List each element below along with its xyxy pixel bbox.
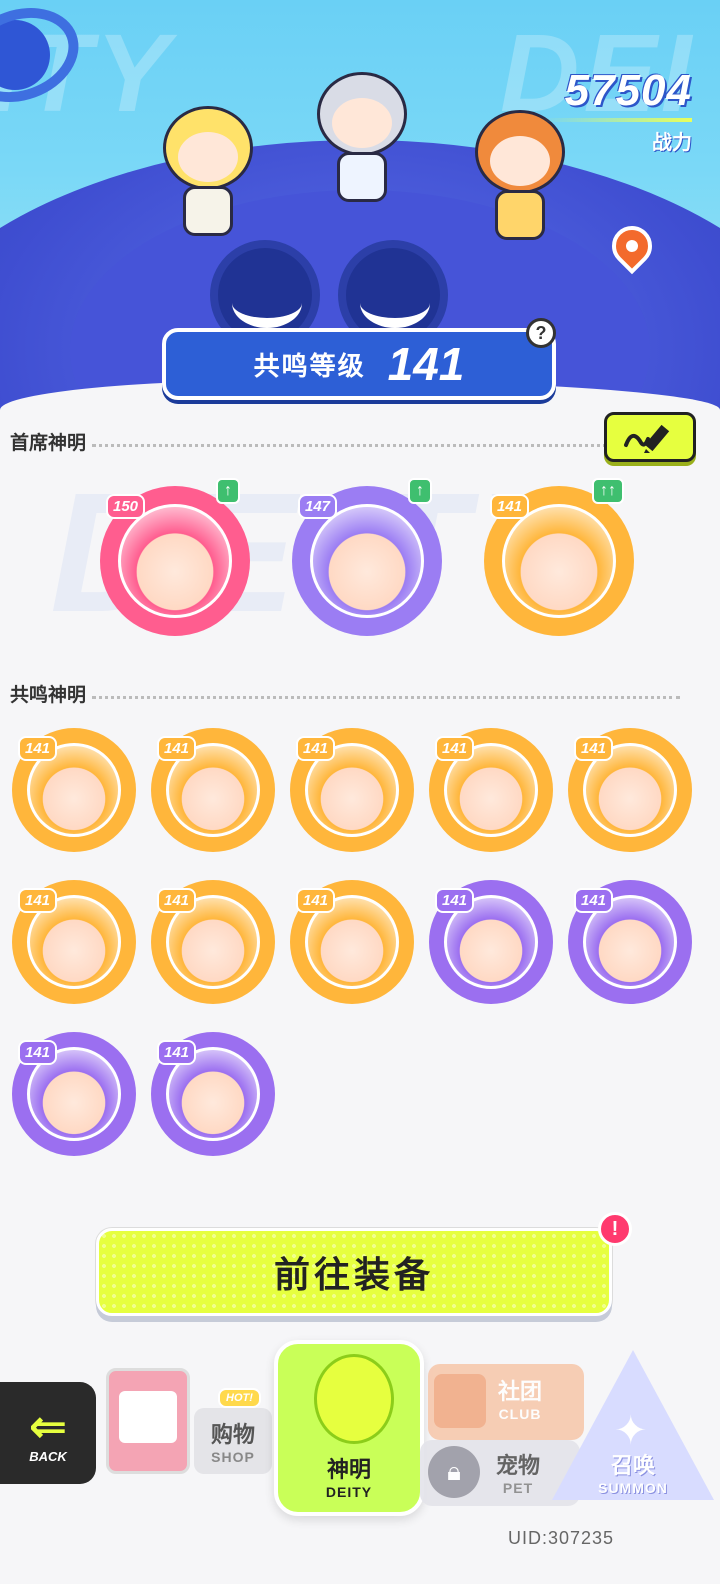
deity-card[interactable]: 141 bbox=[429, 728, 553, 852]
deity-level-badge: 141 bbox=[18, 736, 58, 761]
deity-portrait bbox=[118, 504, 232, 618]
back-label: BACK bbox=[29, 1448, 67, 1464]
resonance-level-label: 共鸣等级 bbox=[253, 350, 366, 381]
leader-chibi-2 bbox=[302, 62, 422, 212]
go-equip-button[interactable]: 前往装备 bbox=[96, 1228, 612, 1316]
nav-deity[interactable]: 神明 DEITY bbox=[274, 1340, 424, 1516]
deity-card[interactable]: 150 ↑ bbox=[100, 478, 250, 636]
nav-summon-label-en: SUMMON bbox=[598, 1480, 668, 1496]
deity-level-badge: 141 bbox=[574, 888, 614, 913]
section-title-leader: 首席神明 bbox=[10, 428, 614, 455]
nav-pet-label-en: PET bbox=[502, 1480, 534, 1496]
deity-level-badge: 141 bbox=[435, 888, 475, 913]
deity-level-badge: 141 bbox=[296, 736, 336, 761]
section-divider bbox=[92, 689, 680, 699]
deity-card[interactable]: 141 bbox=[151, 880, 275, 1004]
vending-machine-icon bbox=[106, 1368, 190, 1474]
section-divider bbox=[92, 437, 614, 447]
combat-power-underline bbox=[542, 118, 692, 122]
deity-level-badge: 147 bbox=[298, 494, 338, 519]
back-arrow-icon: ⇐ bbox=[28, 1399, 68, 1452]
deity-card[interactable]: 141 bbox=[568, 728, 692, 852]
deity-card[interactable]: 141 bbox=[151, 1032, 275, 1156]
deity-card[interactable]: 141 bbox=[290, 880, 414, 1004]
deity-card[interactable]: 141 bbox=[12, 728, 136, 852]
deity-level-badge: 141 bbox=[157, 888, 197, 913]
deity-card[interactable]: 141 bbox=[12, 1032, 136, 1156]
deity-card[interactable]: 147 ↑ bbox=[292, 478, 442, 636]
combat-power: 57504 战力 bbox=[542, 66, 692, 155]
combat-power-label: 战力 bbox=[652, 132, 692, 154]
deity-card[interactable]: 141 bbox=[290, 728, 414, 852]
resonance-level-value: 141 bbox=[387, 338, 465, 390]
deity-level-badge: 141 bbox=[574, 736, 614, 761]
nav-club-label: 社团 bbox=[498, 1379, 543, 1404]
deity-card[interactable]: 141 bbox=[151, 728, 275, 852]
section-title-resonance-text: 共鸣神明 bbox=[10, 685, 87, 706]
upgrade-arrow-icon: ↑↑ bbox=[592, 478, 624, 504]
alert-badge: ! bbox=[598, 1212, 632, 1246]
shop-tag: 购物 SHOP bbox=[194, 1408, 272, 1474]
nav-shop-label: 购物 bbox=[210, 1422, 255, 1447]
deity-level-badge: 141 bbox=[435, 736, 475, 761]
deity-level-badge: 141 bbox=[18, 1040, 58, 1065]
deity-level-badge: 150 bbox=[106, 494, 146, 519]
leader-chibi-1 bbox=[148, 96, 268, 246]
user-id: UID:307235 bbox=[508, 1528, 615, 1548]
deity-level-badge: 141 bbox=[157, 736, 197, 761]
deity-card[interactable]: 141 bbox=[12, 880, 136, 1004]
nav-club-label-en: CLUB bbox=[498, 1406, 542, 1422]
back-button[interactable]: ⇐ BACK bbox=[0, 1382, 96, 1484]
section-title-leader-text: 首席神明 bbox=[10, 433, 87, 454]
deity-level-badge: 141 bbox=[296, 888, 336, 913]
nav-summon-label: 召唤 bbox=[610, 1453, 655, 1478]
question-mark-icon[interactable]: ? bbox=[526, 318, 556, 348]
go-equip-label: 前往装备 bbox=[273, 1254, 434, 1295]
nav-deity-label-en: DEITY bbox=[325, 1484, 373, 1500]
deity-portrait bbox=[310, 504, 424, 618]
deity-portrait bbox=[502, 504, 616, 618]
hot-badge: HOT! bbox=[218, 1388, 261, 1408]
deity-level-badge: 141 bbox=[18, 888, 58, 913]
upgrade-arrow-icon: ↑ bbox=[216, 478, 240, 504]
section-title-resonance: 共鸣神明 bbox=[10, 680, 680, 707]
nav-deity-label: 神明 bbox=[326, 1457, 371, 1482]
resonance-level-bar: 共鸣等级 141 bbox=[162, 328, 556, 400]
nav-summon[interactable]: ✦ 召唤 SUMMON bbox=[552, 1350, 714, 1510]
club-bag-icon bbox=[434, 1374, 486, 1428]
deity-card[interactable]: 141 ↑↑ bbox=[484, 478, 634, 636]
nav-pet-label: 宠物 bbox=[496, 1453, 541, 1478]
edit-lineup-button[interactable] bbox=[604, 412, 696, 462]
combat-power-value: 57504 bbox=[564, 66, 692, 115]
lock-icon: 🔒︎ bbox=[428, 1446, 480, 1498]
deity-level-badge: 141 bbox=[157, 1040, 197, 1065]
upgrade-arrow-icon: ↑ bbox=[408, 478, 432, 504]
nav-shop[interactable]: HOT! 购物 SHOP bbox=[100, 1346, 276, 1484]
pencil-icon bbox=[624, 424, 670, 453]
deity-card[interactable]: 141 bbox=[429, 880, 553, 1004]
nav-shop-label-en: SHOP bbox=[211, 1449, 255, 1465]
deity-card[interactable]: 141 bbox=[568, 880, 692, 1004]
deity-level-badge: 141 bbox=[490, 494, 530, 519]
deity-mascot-icon bbox=[314, 1354, 394, 1444]
